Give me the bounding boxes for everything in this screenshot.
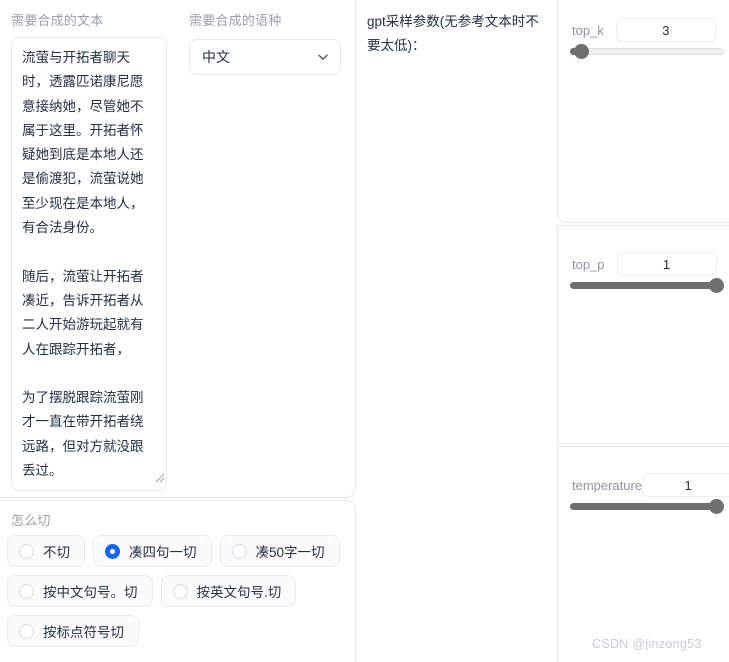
radio-option-label: 凑50字一切: [255, 545, 325, 560]
top-p-slider-panel: top_p 1: [557, 225, 729, 444]
top-p-slider[interactable]: [570, 278, 724, 293]
radio-indicator-icon: [105, 543, 120, 559]
radio-option-fifty-chars[interactable]: 凑50字一切: [219, 535, 340, 567]
top-k-slider-track[interactable]: [570, 48, 724, 55]
top-p-label: top_p: [572, 256, 605, 272]
temperature-value-input[interactable]: 1: [642, 473, 729, 497]
temperature-row: temperature 1: [572, 473, 729, 497]
radio-option-en-period[interactable]: 按英文句号.切: [160, 575, 297, 607]
radio-indicator-icon: [19, 583, 34, 599]
temperature-slider-fill: [570, 503, 717, 510]
chevron-down-icon[interactable]: [316, 50, 330, 64]
top-p-slider-fill: [570, 282, 717, 289]
temperature-slider-thumb[interactable]: [709, 499, 724, 514]
watermark: CSDN @jinzong53: [592, 637, 702, 651]
radio-option-label: 按中文句号。切: [43, 585, 138, 600]
radio-indicator-icon: [19, 543, 34, 559]
slice-method-label: 怎么切: [11, 513, 51, 528]
language-dropdown-value: 中文: [202, 49, 230, 65]
top-k-slider[interactable]: [570, 44, 724, 59]
radio-option-four-sentences[interactable]: 凑四句一切: [93, 535, 212, 567]
top-k-label: top_k: [572, 22, 604, 38]
language-dropdown[interactable]: 中文: [189, 39, 341, 75]
temperature-label: temperature: [572, 477, 643, 493]
top-k-slider-panel: top_k 3: [557, 0, 729, 223]
radio-option-label: 按标点符号切: [43, 625, 124, 640]
top-p-row: top_p 1: [572, 252, 729, 276]
temperature-slider[interactable]: [570, 499, 724, 514]
radio-option-label: 按英文句号.切: [196, 585, 282, 600]
synth-text-input[interactable]: 流萤与开拓者聊天时，透露匹诺康尼愿意接纳她，尽管她不属于这里。开拓者怀疑她到底是…: [11, 37, 167, 491]
top-k-row: top_k 3: [572, 18, 729, 42]
radio-indicator-icon: [19, 623, 34, 639]
top-p-value-input[interactable]: 1: [616, 252, 717, 276]
top-p-slider-thumb[interactable]: [709, 278, 724, 293]
radio-option-punctuation[interactable]: 按标点符号切: [7, 615, 139, 647]
text-and-language-panel: 需要合成的文本 流萤与开拓者聊天时，透露匹诺康尼愿意接纳她，尽管她不属于这里。开…: [0, 0, 356, 498]
top-k-value-input[interactable]: 3: [615, 18, 716, 42]
slice-method-radio-group: 不切 凑四句一切 凑50字一切 按中文句号。切 按英文句号.切 按标点符号切: [7, 535, 347, 647]
app-root: 需要合成的文本 流萤与开拓者聊天时，透露匹诺康尼愿意接纳她，尽管她不属于这里。开…: [0, 0, 729, 662]
slice-method-panel: 怎么切 不切 凑四句一切 凑50字一切 按中文句号。切 按英文句号.切 按标点符…: [0, 500, 356, 662]
synth-text-label: 需要合成的文本: [11, 13, 104, 28]
radio-indicator-icon: [172, 583, 188, 599]
gpt-sampling-note: gpt采样参数(无参考文本时不要太低)：: [367, 14, 539, 53]
radio-option-cn-period[interactable]: 按中文句号。切: [7, 575, 153, 607]
language-label: 需要合成的语种: [189, 13, 282, 28]
top-k-slider-thumb[interactable]: [574, 44, 590, 59]
radio-option-no-slice[interactable]: 不切: [7, 535, 85, 567]
radio-option-label: 不切: [43, 545, 70, 560]
radio-indicator-icon: [231, 543, 247, 559]
temperature-slider-panel: temperature 1: [557, 446, 729, 662]
radio-option-label: 凑四句一切: [129, 545, 197, 560]
